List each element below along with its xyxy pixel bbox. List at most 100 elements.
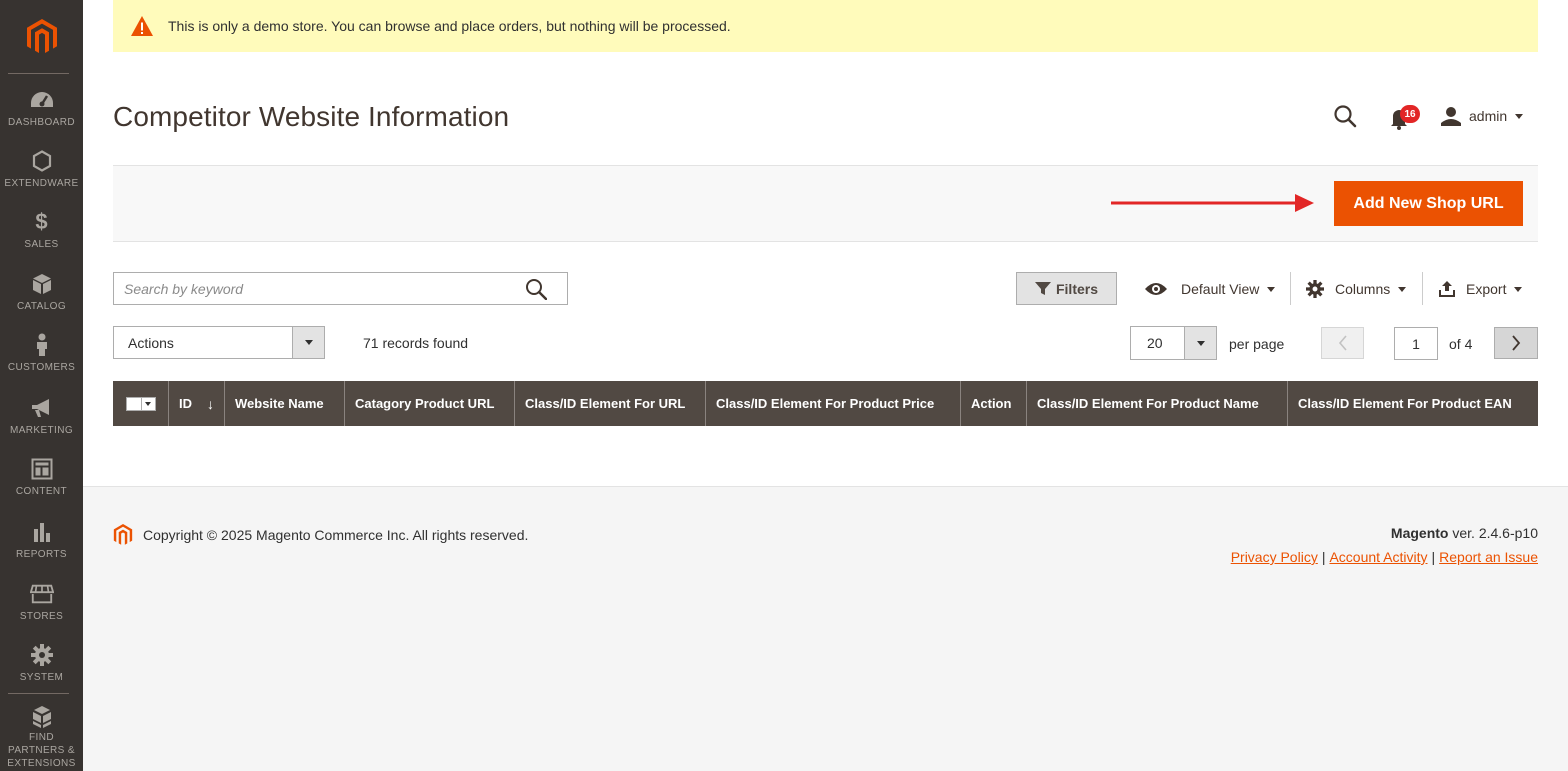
sidebar-item-extendware[interactable]: EXTENDWARE bbox=[0, 149, 83, 211]
notice-text: This is only a demo store. You can brows… bbox=[168, 18, 731, 34]
copyright-text: Copyright © 2025 Magento Commerce Inc. A… bbox=[143, 527, 529, 543]
toolbar-divider bbox=[1422, 272, 1423, 305]
page-footer: Copyright © 2025 Magento Commerce Inc. A… bbox=[83, 486, 1568, 771]
dropdown-toggle[interactable] bbox=[292, 327, 324, 358]
data-grid-header: ID ↓ Website Name Catagory Product URL C… bbox=[113, 381, 1538, 426]
chevron-down-icon bbox=[1398, 286, 1407, 292]
column-header-action[interactable]: Action bbox=[961, 381, 1027, 426]
total-pages: of 4 bbox=[1449, 336, 1473, 352]
sidebar-item-partners[interactable]: FIND PARTNERS & EXTENSIONS bbox=[0, 705, 83, 769]
red-arrow-annotation-icon bbox=[1111, 194, 1314, 212]
gear-icon bbox=[1306, 280, 1324, 298]
page-title: Competitor Website Information bbox=[113, 101, 510, 132]
mass-select-dropdown[interactable] bbox=[141, 396, 156, 411]
admin-sidebar: DASHBOARD EXTENDWARE $ SALES CATALOG CUS… bbox=[0, 0, 83, 771]
per-page-select[interactable]: 20 bbox=[1130, 326, 1217, 360]
export-label: Export bbox=[1466, 281, 1507, 297]
default-view-dropdown[interactable]: Default View bbox=[1144, 278, 1276, 300]
admin-user-menu[interactable]: admin bbox=[1441, 104, 1524, 128]
magento-logo[interactable] bbox=[0, 0, 83, 73]
sidebar-item-label: FIND PARTNERS & EXTENSIONS bbox=[7, 732, 76, 769]
sidebar-item-stores[interactable]: STORES bbox=[0, 582, 83, 644]
chevron-down-icon bbox=[1196, 340, 1205, 346]
previous-page-button[interactable] bbox=[1321, 327, 1364, 359]
dropdown-toggle[interactable] bbox=[1184, 327, 1216, 359]
column-header-element-for-price[interactable]: Class/ID Element For Product Price bbox=[706, 381, 961, 426]
columns-dropdown[interactable]: Columns bbox=[1306, 278, 1407, 300]
sidebar-item-system[interactable]: SYSTEM bbox=[0, 643, 83, 705]
export-icon bbox=[1439, 281, 1455, 297]
user-icon bbox=[1441, 107, 1461, 126]
sidebar-item-catalog[interactable]: CATALOG bbox=[0, 272, 83, 334]
version-number: ver. 2.4.6-p10 bbox=[1452, 525, 1538, 541]
sidebar-item-content[interactable]: CONTENT bbox=[0, 457, 83, 519]
magento-logo-icon bbox=[113, 524, 133, 545]
sidebar-item-dashboard[interactable]: DASHBOARD bbox=[0, 88, 83, 150]
records-count: 71 records found bbox=[363, 335, 469, 351]
next-page-button[interactable] bbox=[1494, 327, 1538, 359]
warning-icon bbox=[131, 16, 153, 36]
column-header-website-name[interactable]: Website Name bbox=[225, 381, 345, 426]
footer-links: Privacy Policy | Account Activity | Report a… bbox=[1231, 549, 1538, 565]
export-dropdown[interactable]: Export bbox=[1438, 278, 1523, 300]
mass-actions-select[interactable]: Actions bbox=[113, 326, 325, 359]
dollar-icon: $ bbox=[35, 209, 48, 234]
sort-arrow-icon: ↓ bbox=[207, 395, 214, 412]
sidebar-item-marketing[interactable]: MARKETING bbox=[0, 396, 83, 458]
column-header-category-product-url[interactable]: Catagory Product URL bbox=[345, 381, 515, 426]
sidebar-item-label: CONTENT bbox=[15, 486, 68, 497]
chevron-down-icon bbox=[1515, 113, 1524, 119]
logo-divider bbox=[8, 73, 69, 74]
demo-notice: This is only a demo store. You can brows… bbox=[113, 0, 1538, 52]
filters-button[interactable]: Filters bbox=[1016, 272, 1117, 305]
gear-icon bbox=[30, 643, 54, 667]
per-page-value: 20 bbox=[1147, 335, 1163, 351]
global-search-icon[interactable] bbox=[1333, 104, 1357, 128]
brand-name: Magento bbox=[1390, 525, 1449, 541]
hexagon-icon bbox=[30, 149, 54, 173]
admin-username: admin bbox=[1469, 108, 1508, 124]
mass-select-checkbox[interactable] bbox=[113, 381, 169, 426]
sidebar-item-label: CATALOG bbox=[16, 301, 67, 312]
default-view-label: Default View bbox=[1181, 281, 1260, 297]
sidebar-divider bbox=[8, 693, 69, 694]
privacy-policy-link[interactable]: Privacy Policy bbox=[1231, 549, 1318, 565]
sidebar-item-sales[interactable]: $ SALES bbox=[0, 210, 83, 272]
column-header-element-for-name[interactable]: Class/ID Element For Product Name bbox=[1027, 381, 1288, 426]
magento-logo-icon bbox=[26, 18, 57, 53]
sidebar-item-reports[interactable]: REPORTS bbox=[0, 520, 83, 582]
column-header-element-for-url[interactable]: Class/ID Element For URL bbox=[515, 381, 706, 426]
bar-chart-icon bbox=[30, 520, 54, 544]
chevron-down-icon bbox=[1267, 286, 1276, 292]
filter-icon bbox=[1034, 281, 1051, 295]
select-all-checkbox[interactable] bbox=[125, 396, 142, 411]
dashboard-icon bbox=[30, 88, 54, 112]
column-header-id[interactable]: ID ↓ bbox=[169, 381, 225, 426]
megaphone-icon bbox=[30, 396, 54, 420]
columns-label: Columns bbox=[1335, 281, 1391, 297]
search-icon[interactable] bbox=[525, 278, 547, 300]
sidebar-item-label: CUSTOMERS bbox=[7, 362, 76, 373]
box-icon bbox=[30, 272, 54, 296]
search-input[interactable] bbox=[114, 273, 525, 304]
column-header-label: ID bbox=[179, 396, 192, 411]
sidebar-item-label: SYSTEM bbox=[19, 672, 64, 683]
current-page-input[interactable] bbox=[1394, 327, 1438, 360]
column-header-element-for-ean[interactable]: Class/ID Element For Product EAN bbox=[1288, 381, 1538, 426]
link-separator: | bbox=[1321, 549, 1326, 565]
chevron-down-icon bbox=[304, 340, 313, 345]
store-icon bbox=[29, 582, 54, 606]
actions-label: Actions bbox=[128, 334, 174, 351]
blocks-icon bbox=[30, 705, 54, 729]
page-actions-bar: Add New Shop URL bbox=[113, 165, 1538, 242]
sidebar-item-label: STORES bbox=[19, 611, 64, 622]
sidebar-item-label: REPORTS bbox=[16, 549, 67, 560]
keyword-search bbox=[113, 272, 568, 305]
add-new-shop-url-button[interactable]: Add New Shop URL bbox=[1334, 181, 1523, 226]
eye-icon bbox=[1145, 283, 1167, 295]
report-issue-link[interactable]: Report an Issue bbox=[1439, 549, 1538, 565]
layout-icon bbox=[30, 457, 54, 481]
account-activity-link[interactable]: Account Activity bbox=[1329, 549, 1427, 565]
sidebar-item-customers[interactable]: CUSTOMERS bbox=[0, 333, 83, 395]
chevron-down-icon bbox=[1514, 286, 1523, 292]
